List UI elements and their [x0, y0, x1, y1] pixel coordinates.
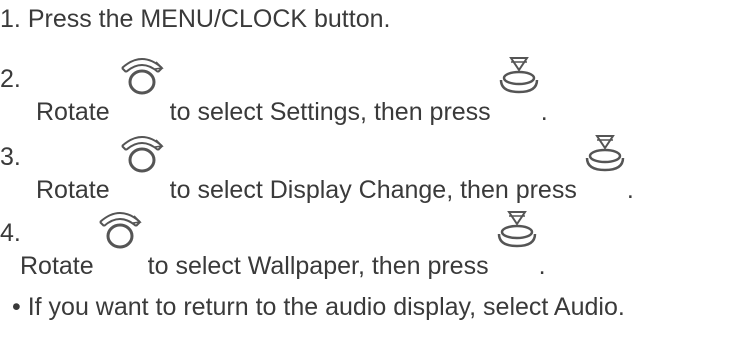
rotate-knob-icon: [116, 58, 168, 120]
step-3-instruction: to select Display Change, then press: [169, 176, 577, 204]
step-3: 3. Rotate to select Display Change, then …: [0, 135, 745, 206]
step-2-rotate-word: Rotate: [36, 98, 110, 126]
press-knob-icon: [497, 57, 541, 120]
step-2-instruction: to select Settings, then press: [169, 98, 491, 126]
instruction-document: 1. Press the MENU/CLOCK button. 2. Rotat…: [0, 0, 745, 342]
rotate-knob-icon: [116, 136, 168, 198]
step-3-end: .: [626, 176, 634, 204]
note-text: • If you want to return to the audio dis…: [12, 293, 625, 321]
step-2-text: Rotate to select Settings, then press.: [36, 57, 548, 127]
step-3-text: Rotate to select Display Change, then pre…: [36, 135, 634, 205]
press-knob-icon: [495, 211, 539, 274]
step-4-number: 4.: [0, 219, 21, 247]
step-4-text: Rotate to select Wallpaper, then press.: [20, 211, 546, 281]
rotate-knob-icon: [94, 212, 146, 274]
step-2-end: .: [540, 98, 548, 126]
press-knob-icon: [583, 135, 627, 198]
step-4-rotate-word: Rotate: [20, 252, 94, 280]
step-1-number: 1.: [0, 5, 21, 33]
step-2: 2. Rotate to select Settings, then press.: [0, 57, 745, 128]
step-4-instruction: to select Wallpaper, then press: [147, 252, 489, 280]
step-1-text: Press the MENU/CLOCK button.: [27, 5, 391, 33]
step-4: 4. Rotate to select Wallpaper, then press…: [0, 211, 745, 282]
step-1: 1. Press the MENU/CLOCK button.: [0, 4, 390, 34]
step-2-number: 2.: [0, 65, 21, 93]
step-3-rotate-word: Rotate: [36, 176, 110, 204]
step-3-number: 3.: [0, 143, 21, 171]
step-4-end: .: [538, 252, 546, 280]
